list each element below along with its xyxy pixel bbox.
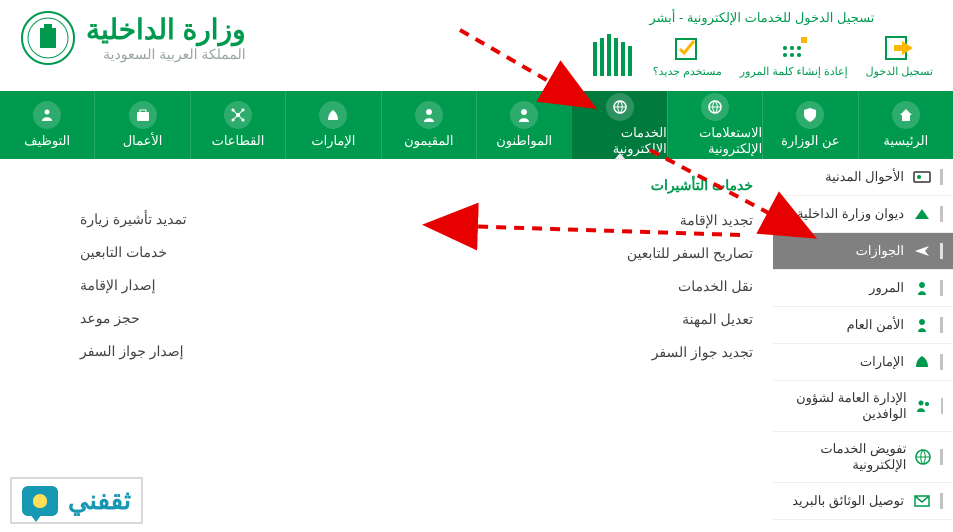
issue-passport[interactable]: إصدار جواز السفر xyxy=(0,335,357,368)
globe-side-icon xyxy=(914,448,932,466)
nav-emirates[interactable]: الإمارات xyxy=(285,91,380,159)
book-appointment[interactable]: حجز موعد xyxy=(0,302,357,335)
resident-icon xyxy=(415,101,443,129)
new-user-link[interactable]: مستخدم جديد؟ xyxy=(653,35,722,78)
issue-iqama[interactable]: إصدار الإقامة xyxy=(0,269,357,302)
footer-brand-logo: ثقفني xyxy=(10,477,143,524)
travel-permits[interactable]: تصاريح السفر للتابعين xyxy=(397,237,754,270)
globe-search-icon xyxy=(701,93,729,121)
sidebar-civil-affairs[interactable]: الأحوال المدنية xyxy=(773,159,953,196)
emblem-icon xyxy=(20,10,76,66)
nav-equeries[interactable]: الاستعلامات الإلكترونية xyxy=(667,91,762,159)
nav-residents[interactable]: المقيمون xyxy=(381,91,476,159)
sidebar-delegate[interactable]: تفويض الخدمات الإلكترونية xyxy=(773,432,953,483)
visa-services-panel: خدمات التأشيرات تجديد الإقامة تصاريح الس… xyxy=(397,171,754,520)
extend-visit-visa[interactable]: تمديد تأشيرة زيارة xyxy=(0,203,357,236)
nav-jobs[interactable]: التوظيف xyxy=(0,91,94,159)
bulb-icon xyxy=(22,486,58,516)
services-panel-2: تمديد تأشيرة زيارة خدمات التابعين إصدار … xyxy=(0,171,357,520)
emirates-icon xyxy=(319,101,347,129)
emirates-side-icon xyxy=(912,353,932,371)
people-icon xyxy=(915,397,933,415)
nav-home[interactable]: الرئيسية xyxy=(858,91,953,159)
traffic-icon xyxy=(912,279,932,297)
sidebar-traffic[interactable]: المرور xyxy=(773,270,953,307)
briefcase-icon xyxy=(129,101,157,129)
transfer-services[interactable]: نقل الخدمات xyxy=(397,270,754,303)
ministry-logo: وزارة الداخلية المملكة العربية السعودية xyxy=(20,10,246,66)
sidebar-security[interactable]: الأمن العام xyxy=(773,307,953,344)
renew-passport[interactable]: تجديد جواز السفر xyxy=(397,336,754,369)
globe-icon xyxy=(606,93,634,121)
mail-icon xyxy=(912,492,932,510)
sidebar-emirates[interactable]: الإمارات xyxy=(773,344,953,381)
plane-icon xyxy=(912,242,932,260)
security-icon xyxy=(912,316,932,334)
nav-eservices[interactable]: الخدمات الإلكترونية xyxy=(571,91,666,159)
shield-icon xyxy=(796,101,824,129)
building-icon xyxy=(912,205,932,223)
sidebar-passports[interactable]: الجوازات xyxy=(773,233,953,270)
renew-iqama[interactable]: تجديد الإقامة xyxy=(397,204,754,237)
brand-subtitle: المملكة العربية السعودية xyxy=(86,46,246,63)
id-card-icon xyxy=(912,168,932,186)
absher-logo xyxy=(591,34,635,78)
nav-citizens[interactable]: المواطنون xyxy=(476,91,571,159)
nav-about[interactable]: عن الوزارة xyxy=(762,91,857,159)
jobs-icon xyxy=(33,101,61,129)
sidebar: الأحوال المدنية ديوان وزارة الداخلية الج… xyxy=(773,159,953,520)
login-link[interactable]: تسجيل الدخول xyxy=(866,35,933,78)
sectors-icon xyxy=(224,101,252,129)
home-icon xyxy=(892,101,920,129)
sidebar-mail[interactable]: توصيل الوثائق بالبريد xyxy=(773,483,953,520)
nav-business[interactable]: الأعمال xyxy=(94,91,189,159)
sidebar-diwan[interactable]: ديوان وزارة الداخلية xyxy=(773,196,953,233)
sidebar-expatriates[interactable]: الإدارة العامة لشؤون الوافدين xyxy=(773,381,953,432)
nav-sectors[interactable]: القطاعات xyxy=(190,91,285,159)
panel-title: خدمات التأشيرات xyxy=(397,171,754,204)
absher-header-title: تسجيل الدخول للخدمات الإلكترونية - أبشر xyxy=(649,10,874,26)
reset-password-link[interactable]: إعادة إنشاء كلمة المرور xyxy=(740,35,848,78)
brand-title: وزارة الداخلية xyxy=(86,13,246,46)
main-nav: الرئيسية عن الوزارة الاستعلامات الإلكترو… xyxy=(0,91,953,159)
change-profession[interactable]: تعديل المهنة xyxy=(397,303,754,336)
citizen-icon xyxy=(510,101,538,129)
dependents-services[interactable]: خدمات التابعين xyxy=(0,236,357,269)
